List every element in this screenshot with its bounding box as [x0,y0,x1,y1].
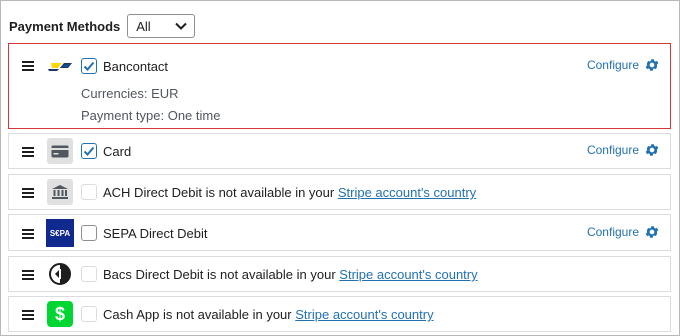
gear-icon [645,59,659,71]
drag-handle-icon[interactable] [22,270,34,280]
payment-method-unavailable-text: Cash App is not available in your Stripe… [103,307,434,322]
bancontact-checkbox[interactable] [81,58,97,74]
drag-handle-icon[interactable] [22,229,34,239]
drag-handle-icon[interactable] [22,188,34,198]
gear-icon [645,226,659,238]
configure-label: Configure [586,143,639,157]
configure-label: Configure [586,225,639,239]
filter-select[interactable]: All [127,14,196,38]
configure-button[interactable]: Configure [587,57,660,73]
payment-method-unavailable-text: Bacs Direct Debit is not available in yo… [103,267,478,282]
stripe-country-link[interactable]: Stripe account's country [295,307,433,322]
sepa-logo-icon: S€PA [46,219,74,247]
payment-method-name: SEPA Direct Debit [103,226,208,241]
bancontact-logo-icon [47,53,73,79]
drag-handle-icon[interactable] [22,310,34,320]
bacs-logo-icon [47,261,73,287]
configure-button[interactable]: Configure [587,224,660,240]
configure-label: Configure [586,58,639,72]
payment-method-row-ach: ACH Direct Debit is not available in you… [8,174,671,210]
payment-method-row-bacs: Bacs Direct Debit is not available in yo… [8,256,671,292]
checkmark-icon [83,61,95,71]
card-icon [47,138,73,164]
bacs-checkbox[interactable] [81,266,97,282]
ach-checkbox[interactable] [81,184,97,200]
payment-method-row-card: Card Configure [8,133,671,169]
sepa-checkbox[interactable] [81,225,97,241]
configure-button[interactable]: Configure [587,142,660,158]
bank-icon [47,179,73,205]
payment-method-name: Card [103,144,132,159]
checkmark-icon [83,146,95,156]
gear-icon [645,144,659,156]
drag-handle-icon[interactable] [22,147,34,157]
cashapp-checkbox[interactable] [81,306,97,322]
payment-method-row-cashapp: $ Cash App is not available in your Stri… [8,296,671,332]
filter-select-value: All [136,18,151,34]
payment-method-row-sepa: S€PA SEPA Direct Debit Configure [8,214,671,251]
stripe-country-link[interactable]: Stripe account's country [338,185,476,200]
drag-handle-icon[interactable] [22,61,34,71]
payment-method-currencies: Currencies: EUR [81,86,179,101]
payment-methods-panel: Payment Methods All Bancontact Currencie… [0,0,680,336]
payment-method-row-bancontact: Bancontact Currencies: EUR Payment type:… [8,43,671,129]
payment-method-unavailable-text: ACH Direct Debit is not available in you… [103,185,477,200]
stripe-country-link[interactable]: Stripe account's country [339,267,477,282]
payment-method-name: Bancontact [103,59,169,74]
chevron-down-icon [175,22,187,30]
payment-methods-header: Payment Methods All [9,14,196,38]
payment-methods-label: Payment Methods [9,18,121,34]
payment-method-type: Payment type: One time [81,108,221,123]
cash-app-logo-icon: $ [47,301,73,327]
card-checkbox[interactable] [81,143,97,159]
